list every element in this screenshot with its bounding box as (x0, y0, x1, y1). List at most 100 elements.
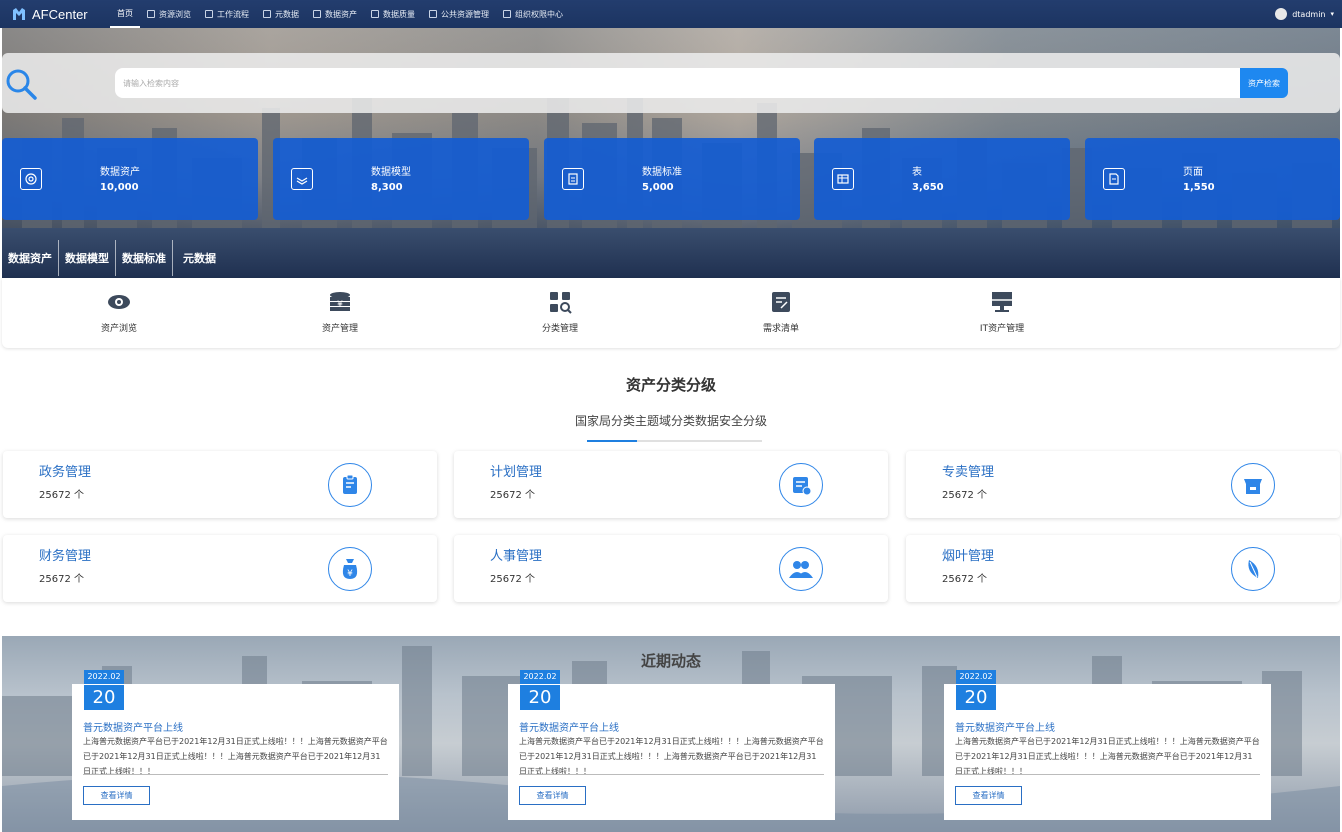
news-headline[interactable]: 普元数据资产平台上线 (83, 719, 183, 734)
request-list-icon (772, 292, 790, 312)
stat-label: 页面 (1183, 167, 1203, 178)
coins-icon: ¥ (330, 292, 350, 311)
category-count: 25672 个 (490, 490, 535, 501)
section-subtitle: 国家局分类主题域分类数据安全分级 (574, 414, 767, 428)
category-search-icon (550, 292, 572, 314)
quick-item-category-manage[interactable]: 分类管理 (500, 290, 620, 334)
category-card-finance[interactable]: 财务管理 25672 个 ¥ (3, 535, 437, 602)
tab-data-standard[interactable]: 数据标准 (116, 240, 173, 276)
category-card-personnel[interactable]: 人事管理 25672 个 (454, 535, 888, 602)
nav-item-workflow[interactable]: 工作流程 (198, 0, 256, 28)
news-card: 2022.02 20 普元数据资产平台上线 上海普元数据资产平台已于2021年1… (72, 670, 399, 820)
quick-item-request-list[interactable]: 需求清单 (721, 290, 841, 334)
model-icon (291, 168, 313, 190)
search-icon (6, 69, 37, 100)
view-details-button[interactable]: 查看详情 (83, 786, 150, 805)
stat-label: 数据标准 (642, 167, 682, 178)
nav-label: 首页 (117, 8, 133, 18)
news-card: 2022.02 20 普元数据资产平台上线 上海普元数据资产平台已于2021年1… (508, 670, 835, 820)
nav-item-data-asset[interactable]: 数据资产 (306, 0, 364, 28)
tab-data-model[interactable]: 数据模型 (59, 240, 116, 276)
category-name: 财务管理 (39, 549, 92, 564)
stat-label: 数据模型 (371, 167, 411, 178)
nav-item-public-resource[interactable]: 公共资源管理 (422, 0, 496, 28)
shield-icon (503, 10, 511, 18)
stat-card-table[interactable]: 表 3,650 (814, 138, 1070, 220)
category-count: 25672 个 (490, 574, 535, 585)
stat-value: 5,000 (642, 182, 674, 193)
nav-label: 数据资产 (325, 9, 357, 19)
news-day: 20 (520, 684, 560, 710)
stat-value: 3,650 (912, 182, 944, 193)
stat-card-data-asset[interactable]: 数据资产 10,000 (2, 138, 258, 220)
user-menu[interactable]: dtadmin ▾ (1275, 0, 1334, 28)
svg-text:¥: ¥ (347, 569, 353, 579)
nav-label: 公共资源管理 (441, 9, 489, 19)
nav-item-org-permission[interactable]: 组织权限中心 (496, 0, 570, 28)
news-day: 20 (84, 684, 124, 710)
view-details-button[interactable]: 查看详情 (519, 786, 586, 805)
store-icon (1231, 463, 1275, 507)
people-icon (779, 547, 823, 591)
nav-label: 工作流程 (217, 9, 249, 19)
grid-icon (147, 10, 155, 18)
view-details-button[interactable]: 查看详情 (955, 786, 1022, 805)
news-title: 近期动态 (640, 652, 701, 670)
nav-item-resource-browse[interactable]: 资源浏览 (140, 0, 198, 28)
category-card-tobacco-leaf[interactable]: 烟叶管理 25672 个 (906, 535, 1340, 602)
news-body: 上海普元数据资产平台已于2021年12月31日正式上线啦！！！上海普元数据资产平… (83, 737, 388, 776)
quick-item-it-asset[interactable]: IT资产管理 (942, 290, 1062, 334)
quick-item-asset-browse[interactable]: 资产浏览 (59, 290, 179, 334)
category-count: 25672 个 (39, 490, 84, 501)
hero-tabs: 数据资产 数据模型 数据标准 元数据 (2, 238, 222, 278)
table-icon (832, 168, 854, 190)
database-icon (263, 10, 271, 18)
category-card-plan[interactable]: 计划管理 25672 个 (454, 451, 888, 518)
stat-cards: 数据资产 10,000 数据模型 8,300 数据标准 5,000 表 3,65… (2, 138, 1340, 220)
brand[interactable]: AFCenter (0, 7, 110, 22)
search-panel: 资产检索 (2, 53, 1340, 113)
quick-item-asset-manage[interactable]: ¥ 资产管理 (280, 290, 400, 334)
quick-label: 资产管理 (321, 324, 358, 334)
brand-name: AFCenter (32, 6, 88, 22)
quality-icon (371, 10, 379, 18)
category-name: 人事管理 (490, 549, 543, 564)
nav-item-data-quality[interactable]: 数据质量 (364, 0, 422, 28)
search-input[interactable] (115, 68, 1240, 98)
tab-data-asset[interactable]: 数据资产 (2, 240, 59, 276)
tab-metadata[interactable]: 元数据 (173, 240, 222, 276)
asset-icon (20, 168, 42, 190)
category-name: 专卖管理 (942, 465, 995, 480)
monitor-icon (992, 292, 1012, 312)
news-body: 上海普元数据资产平台已于2021年12月31日正式上线啦！！！上海普元数据资产平… (519, 737, 824, 776)
category-count: 25672 个 (942, 490, 987, 501)
quick-label: 需求清单 (762, 324, 799, 334)
stat-card-data-standard[interactable]: 数据标准 5,000 (544, 138, 800, 220)
stat-label: 数据资产 (100, 167, 140, 178)
category-card-monopoly[interactable]: 专卖管理 25672 个 (906, 451, 1340, 518)
username: dtadmin (1292, 9, 1326, 19)
quick-label: 资产浏览 (100, 324, 137, 334)
news-month: 2022.02 (956, 670, 996, 684)
stat-card-data-model[interactable]: 数据模型 8,300 (273, 138, 529, 220)
stat-value: 1,550 (1183, 182, 1215, 193)
quick-label: IT资产管理 (979, 324, 1025, 334)
asset-search-button[interactable]: 资产检索 (1240, 68, 1288, 98)
news-headline[interactable]: 普元数据资产平台上线 (955, 719, 1055, 734)
news-headline[interactable]: 普元数据资产平台上线 (519, 719, 619, 734)
nav-label: 资源浏览 (159, 9, 191, 19)
category-card-government[interactable]: 政务管理 25672 个 (3, 451, 437, 518)
stat-label: 表 (912, 167, 922, 178)
news-body: 上海普元数据资产平台已于2021年12月31日正式上线啦！！！上海普元数据资产平… (955, 737, 1260, 776)
nav-item-metadata[interactable]: 元数据 (256, 0, 306, 28)
stat-value: 8,300 (371, 182, 403, 193)
stat-card-page[interactable]: 页面 1,550 (1085, 138, 1340, 220)
logo-icon (13, 8, 25, 20)
nav-label: 数据质量 (383, 9, 415, 19)
nav-item-home[interactable]: 首页 (110, 0, 140, 28)
plan-icon (779, 463, 823, 507)
quick-label: 分类管理 (541, 324, 578, 334)
money-bag-icon: ¥ (328, 547, 372, 591)
news-divider (83, 774, 388, 775)
avatar (1275, 8, 1288, 20)
